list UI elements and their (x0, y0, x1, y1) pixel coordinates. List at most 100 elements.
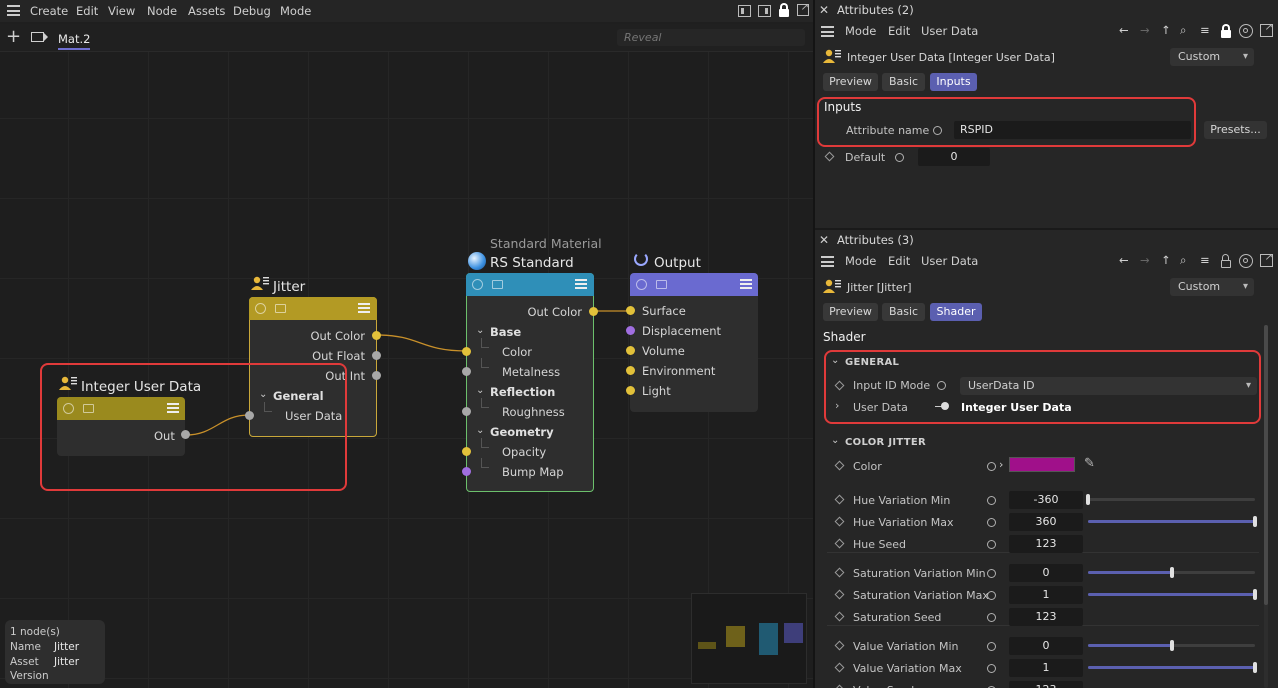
port-out-int[interactable] (372, 371, 381, 380)
tab-shader[interactable]: Shader (930, 303, 982, 321)
keyframe-diamond-icon[interactable] (834, 460, 845, 471)
lock-icon[interactable] (779, 3, 789, 17)
value-variation-max-input[interactable]: 1 (1009, 659, 1083, 677)
port-out-color[interactable] (589, 307, 598, 316)
port-displacement[interactable] (626, 326, 635, 335)
keyframe-diamond-icon[interactable] (824, 151, 835, 162)
keyframe-ring-icon[interactable] (987, 642, 996, 651)
hamburger-menu-icon[interactable] (821, 26, 834, 37)
port-out-color[interactable] (372, 331, 381, 340)
back-arrow-icon[interactable]: ← (1119, 253, 1129, 267)
add-icon[interactable]: + (6, 28, 21, 46)
tab-basic[interactable]: Basic (882, 303, 925, 321)
reveal-search-input[interactable] (617, 29, 805, 46)
tab-mat2[interactable]: Mat.2 (58, 32, 91, 50)
collapse-icon[interactable]: ⌄ (476, 325, 484, 336)
port-light[interactable] (626, 386, 635, 395)
keyframe-ring-icon[interactable] (987, 613, 996, 622)
lock-icon[interactable] (1221, 24, 1231, 38)
scrollbar-thumb[interactable] (1264, 325, 1268, 605)
hamburger-menu-icon[interactable] (7, 5, 20, 16)
filter-icon[interactable]: ≡ (1200, 23, 1210, 37)
popout-icon[interactable]: ↗ (1260, 22, 1273, 37)
keyframe-ring-icon[interactable] (987, 540, 996, 549)
keyframe-diamond-icon[interactable] (834, 662, 845, 673)
tab-preview[interactable]: Preview (823, 303, 878, 321)
keyframe-ring-icon[interactable] (987, 518, 996, 527)
layout-right-icon[interactable] (758, 5, 771, 17)
eyedropper-icon[interactable]: ✎ (1084, 456, 1095, 471)
port-metalness[interactable] (462, 367, 471, 376)
target-icon[interactable] (1239, 24, 1253, 38)
filter-icon[interactable]: ≡ (1200, 253, 1210, 267)
port-opacity[interactable] (462, 447, 471, 456)
keyframe-diamond-icon[interactable] (834, 589, 845, 600)
slider-knob[interactable] (1253, 516, 1257, 527)
forward-arrow-icon[interactable]: → (1140, 23, 1150, 37)
menu-edit[interactable]: Edit (888, 254, 910, 268)
port-color[interactable] (462, 347, 471, 356)
slider-knob[interactable] (1169, 640, 1174, 651)
keyframe-ring-icon[interactable] (987, 591, 996, 600)
popout-icon[interactable]: ↗ (1260, 252, 1273, 267)
keyframe-ring-icon[interactable] (987, 462, 996, 471)
search-icon[interactable]: ⌕ (1180, 253, 1186, 267)
value-variation-min-input[interactable]: 0 (1009, 637, 1083, 655)
default-input[interactable]: 0 (918, 148, 990, 166)
hamburger-menu-icon[interactable] (821, 256, 834, 267)
keyframe-ring-icon[interactable] (987, 496, 996, 505)
close-icon[interactable]: ✕ (819, 233, 829, 247)
keyframe-diamond-icon[interactable] (834, 684, 845, 688)
target-icon[interactable] (1239, 254, 1253, 268)
forward-arrow-icon[interactable]: → (1140, 253, 1150, 267)
tab-basic[interactable]: Basic (882, 73, 925, 91)
slider-knob[interactable] (1086, 494, 1090, 505)
port-out-float[interactable] (372, 351, 381, 360)
collapse-icon[interactable]: ⌄ (476, 425, 484, 436)
menu-create[interactable]: Create (30, 4, 68, 18)
keyframe-diamond-icon[interactable] (834, 567, 845, 578)
menu-assets[interactable]: Assets (188, 4, 225, 18)
menu-mode[interactable]: Mode (845, 24, 876, 38)
hue-variation-max-input[interactable]: 360 (1009, 513, 1083, 531)
slider-knob[interactable] (1253, 589, 1257, 600)
back-arrow-icon[interactable]: ← (1119, 23, 1129, 37)
keyframe-ring-icon[interactable] (987, 569, 996, 578)
layout-left-icon[interactable] (738, 5, 751, 17)
keyframe-diamond-icon[interactable] (834, 640, 845, 651)
popout-icon[interactable]: ↗ (797, 2, 809, 16)
menu-mode[interactable]: Mode (280, 4, 311, 18)
up-arrow-icon[interactable]: ↑ (1161, 23, 1171, 37)
saturation-variation-min-input[interactable]: 0 (1009, 564, 1083, 582)
up-arrow-icon[interactable]: ↑ (1161, 253, 1171, 267)
node-rs-standard[interactable]: Standard Material RS Standard Out Color … (462, 235, 602, 492)
hue-variation-min-input[interactable]: -360 (1009, 491, 1083, 509)
presets-button[interactable]: Presets... (1204, 121, 1267, 139)
node-menu-icon[interactable] (358, 303, 370, 313)
value-variation-min-slider[interactable] (1088, 640, 1255, 651)
slider-knob[interactable] (1253, 662, 1257, 673)
menu-user-data[interactable]: User Data (921, 24, 978, 38)
tab-preview[interactable]: Preview (823, 73, 878, 91)
menu-view[interactable]: View (108, 4, 135, 18)
preset-dropdown[interactable]: Custom (1170, 278, 1254, 296)
value-seed-input[interactable]: 123 (1009, 681, 1083, 688)
slider-knob[interactable] (1169, 567, 1174, 578)
saturation-variation-max-input[interactable]: 1 (1009, 586, 1083, 604)
menu-node[interactable]: Node (147, 4, 177, 18)
preset-dropdown[interactable]: Custom (1170, 48, 1254, 66)
port-surface[interactable] (626, 306, 635, 315)
menu-user-data[interactable]: User Data (921, 254, 978, 268)
section-color-jitter[interactable]: COLOR JITTER (845, 437, 926, 448)
hue-seed-input[interactable]: 123 (1009, 535, 1083, 553)
collapse-icon[interactable]: ⌄ (831, 435, 839, 446)
unlock-icon[interactable] (1221, 254, 1231, 268)
keyframe-ring-icon[interactable] (987, 664, 996, 673)
port-volume[interactable] (626, 346, 635, 355)
menu-debug[interactable]: Debug (233, 4, 271, 18)
color-swatch[interactable] (1009, 457, 1075, 472)
keyframe-diamond-icon[interactable] (834, 516, 845, 527)
port-environment[interactable] (626, 366, 635, 375)
keyframe-ring-icon[interactable] (895, 153, 904, 162)
saturation-variation-max-slider[interactable] (1088, 589, 1257, 600)
